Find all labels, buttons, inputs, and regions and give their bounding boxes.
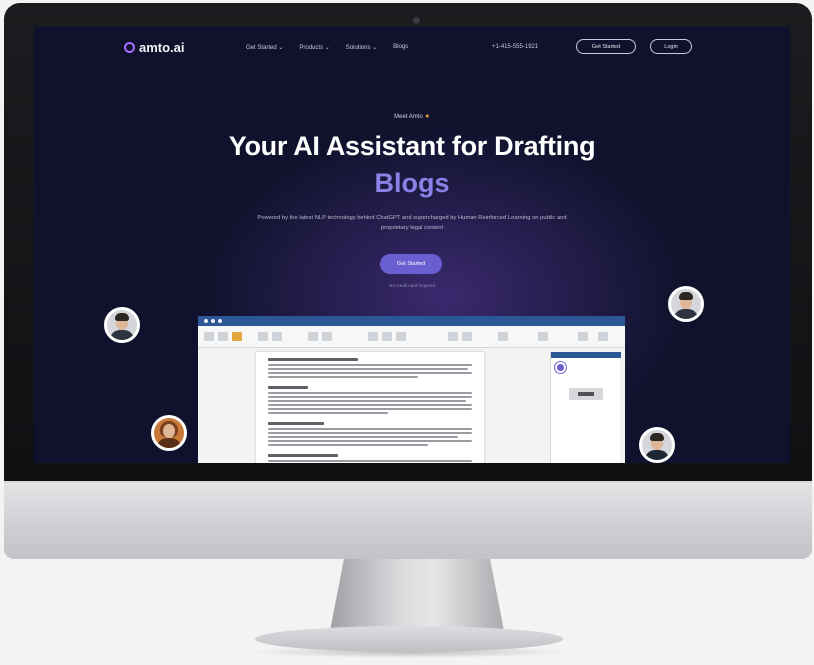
testimonial-avatar (668, 286, 704, 322)
nav-links: Get Started ⌄ Products ⌄ Solutions ⌄ Blo… (246, 44, 408, 51)
assistant-card (569, 388, 603, 400)
testimonial-avatar (104, 307, 140, 343)
website-screen: amto.ai Get Started ⌄ Products ⌄ Solutio… (34, 27, 790, 463)
get-started-nav-button[interactable]: Get Started (576, 39, 636, 54)
preview-titlebar (198, 316, 625, 326)
logo-text: amto.ai (139, 40, 185, 55)
camera-icon (413, 17, 420, 24)
hero-title-accent: Blogs (374, 168, 450, 198)
nav-link-products[interactable]: Products ⌄ (299, 44, 329, 51)
nav-link-blogs[interactable]: Blogs (393, 44, 408, 51)
star-icon: ★ (424, 114, 430, 120)
top-nav: amto.ai Get Started ⌄ Products ⌄ Solutio… (34, 27, 790, 69)
phone-number[interactable]: +1-415-555-1921 (492, 44, 538, 50)
monitor-stand-neck (330, 559, 504, 631)
testimonial-avatar (639, 427, 675, 463)
hero-description: Powered by the latest NLP technology beh… (257, 215, 567, 231)
logo[interactable]: amto.ai (124, 40, 185, 55)
hero-eyebrow: Meet Amto ★ (34, 113, 790, 120)
nav-link-get-started[interactable]: Get Started ⌄ (246, 44, 283, 51)
monitor-chin (4, 481, 812, 559)
eyebrow-text: Meet Amto (394, 114, 423, 120)
monitor-stand-foot (255, 626, 563, 652)
assistant-logo-icon (555, 362, 566, 373)
login-button[interactable]: Login (650, 39, 692, 54)
monitor-scene: amto.ai Get Started ⌄ Products ⌄ Solutio… (0, 0, 814, 665)
document-page (256, 352, 484, 463)
assistant-side-panel (550, 352, 621, 463)
amto-logo-icon (124, 42, 135, 53)
product-preview-window (198, 316, 625, 463)
preview-ribbon (198, 326, 625, 348)
get-started-cta-button[interactable]: Get Started (380, 254, 442, 274)
nav-link-solutions[interactable]: Solutions ⌄ (346, 44, 377, 51)
testimonial-avatar (151, 415, 187, 451)
hero-title: Your AI Assistant for Drafting (228, 131, 596, 161)
